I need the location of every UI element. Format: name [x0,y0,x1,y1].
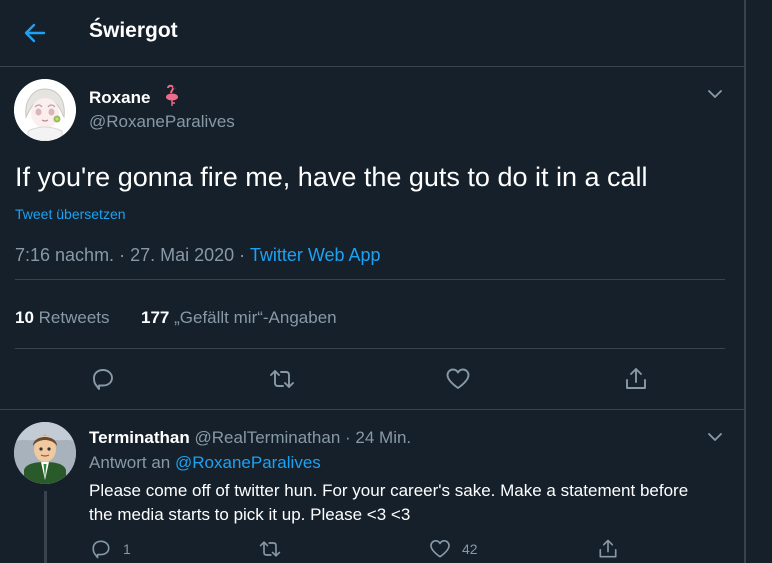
retweets-stat[interactable]: 10 Retweets [15,308,110,327]
reply-icon[interactable] [89,365,117,393]
source-app-link[interactable]: Twitter Web App [250,245,381,265]
page-header: Świergot [0,0,746,67]
tweet-time[interactable]: 7:16 nachm. [15,245,114,265]
separator: · [119,245,131,265]
reply-icon[interactable] [89,537,113,561]
retweets-label: Retweets [38,308,110,327]
author-name[interactable]: Roxane [89,88,150,108]
avatar[interactable] [14,79,76,141]
heart-icon[interactable] [428,537,452,561]
author-handle[interactable]: @RoxaneParalives [89,112,235,132]
tweet-date[interactable]: 27. Mai 2020 [130,245,234,265]
tweet-meta: 7:16 nachm. · 27. Mai 2020 · Twitter Web… [15,245,381,266]
thread-line [44,491,47,563]
reply-text: Please come off of twitter hun. For your… [89,481,689,524]
divider [15,279,725,280]
retweet-icon[interactable] [268,365,296,393]
tweet-stats: 10 Retweets 177 „Gefällt mir“-Angaben [15,308,337,328]
share-icon[interactable] [596,537,620,561]
reply-time[interactable]: 24 Min. [355,428,411,447]
page-title: Świergot [89,19,178,42]
reply-prefix: Antwort an [89,453,171,472]
retweet-icon[interactable] [258,537,282,561]
separator: · [239,245,250,265]
flamingo-icon [166,84,178,106]
translate-link[interactable]: Tweet übersetzen [15,206,126,222]
separator: · [345,428,356,447]
chevron-down-icon[interactable] [706,428,724,446]
divider [15,348,725,349]
reply-author-handle[interactable]: @RealTerminathan [195,428,341,447]
heart-icon[interactable] [444,365,472,393]
likes-stat[interactable]: 177 „Gefällt mir“-Angaben [141,308,337,327]
share-icon[interactable] [622,365,650,393]
like-count: 42 [462,541,478,557]
reply-author-name[interactable]: Terminathan [89,428,190,447]
reply-to-link[interactable]: @RoxaneParalives [175,453,321,472]
reply-tweet[interactable]: Terminathan @RealTerminathan · 24 Min. A… [0,410,746,563]
reply-context: Antwort an @RoxaneParalives [89,453,321,473]
likes-label: „Gefällt mir“-Angaben [174,308,337,327]
main-tweet: Roxane @RoxaneParalives If you're gonna … [0,67,746,410]
reply-header: Terminathan @RealTerminathan · 24 Min. [89,428,411,448]
reply-count: 1 [123,541,131,557]
chevron-down-icon[interactable] [706,85,724,103]
tweet-text: If you're gonna fire me, have the guts t… [15,162,648,192]
retweets-count: 10 [15,308,34,327]
likes-count: 177 [141,308,170,327]
back-arrow-icon[interactable] [22,20,48,46]
avatar[interactable] [14,422,76,484]
